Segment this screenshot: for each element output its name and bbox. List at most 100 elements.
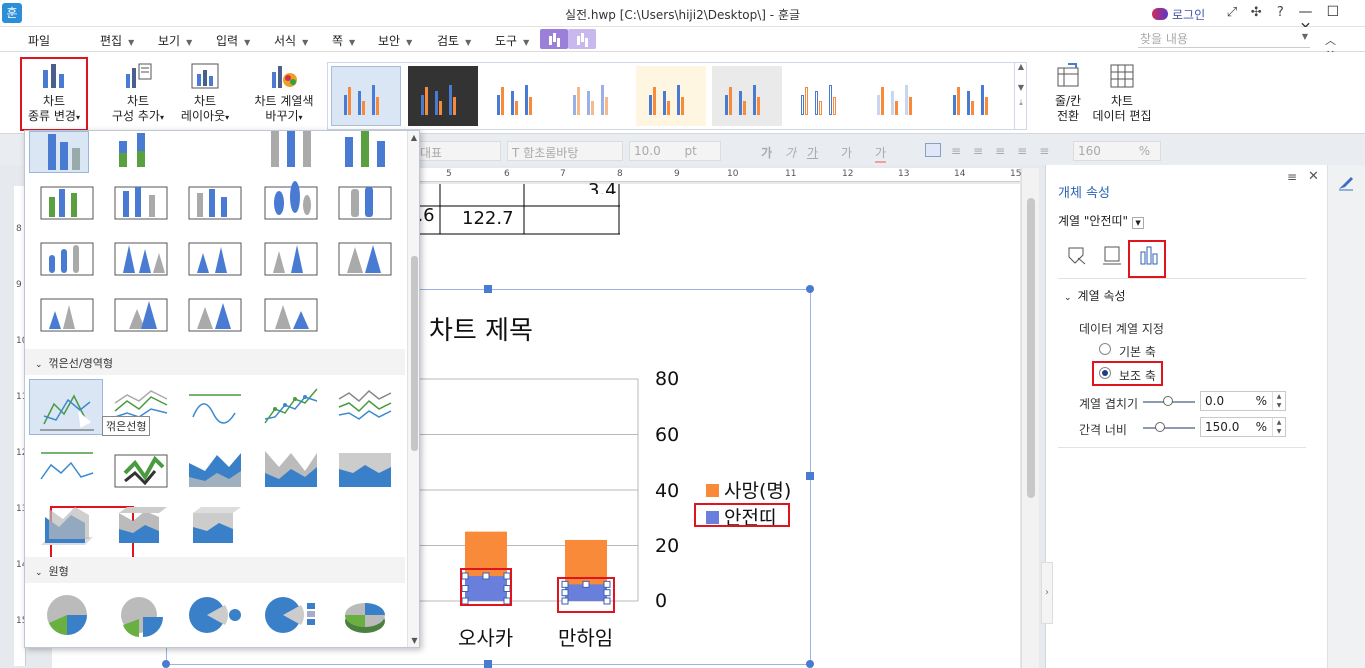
collapse-ribbon-icon[interactable]: ︿: [1320, 32, 1341, 48]
dropdown-scrollbar[interactable]: ▲ ▼: [407, 131, 419, 647]
minimize-icon[interactable]: —: [1294, 4, 1317, 20]
document-scrollbar[interactable]: [1021, 168, 1039, 668]
menu-tools[interactable]: 도구 ▼: [495, 32, 529, 49]
chart-style-thumb[interactable]: [484, 66, 554, 126]
selection-handle[interactable]: [461, 597, 469, 605]
resize-handle[interactable]: [806, 472, 814, 480]
selection-handle[interactable]: [461, 585, 469, 593]
selection-handle[interactable]: [503, 597, 511, 605]
selection-handle[interactable]: [503, 572, 511, 580]
panel-menu-icon[interactable]: ≡: [1287, 170, 1297, 184]
chart-style-thumb[interactable]: [636, 66, 706, 126]
underline-button[interactable]: 가: [807, 144, 818, 161]
chart-style-thumb[interactable]: [331, 66, 401, 126]
chart-type-option[interactable]: [261, 443, 321, 491]
menu-edit[interactable]: 편집 ▼: [100, 32, 134, 49]
chart-plot-area[interactable]: [380, 370, 660, 620]
chart-type-option[interactable]: [261, 591, 321, 639]
chart-layout-button[interactable]: 차트 레이아웃▾: [175, 62, 235, 125]
section-header-pie[interactable]: ⌄ 원형: [25, 557, 405, 583]
chart-type-option[interactable]: [335, 383, 395, 431]
chart-type-option[interactable]: [335, 179, 395, 227]
legend-entry[interactable]: 안전띠: [724, 503, 776, 530]
series-selector[interactable]: 계열 "안전띠" ▼: [1058, 212, 1145, 229]
chart-type-option[interactable]: [37, 443, 97, 491]
selection-handle[interactable]: [561, 597, 569, 605]
chart-style-thumb[interactable]: [788, 66, 858, 126]
overlap-input[interactable]: 0.0% ▲ ▼: [1200, 391, 1286, 411]
fill-tab-icon[interactable]: [1066, 244, 1088, 266]
gallery-scrollbar[interactable]: ▲ ▼ ⤓: [1014, 62, 1027, 130]
selection-handle[interactable]: [603, 580, 611, 588]
help-icon[interactable]: ?: [1270, 5, 1290, 20]
chart-type-option[interactable]: [29, 131, 89, 173]
legend-entry[interactable]: 사망(명): [724, 476, 791, 503]
selection-handle[interactable]: [482, 572, 490, 580]
chart-type-option[interactable]: [111, 235, 171, 283]
chart-type-option[interactable]: [37, 179, 97, 227]
series-options-tab-icon[interactable]: [1138, 244, 1160, 266]
menu-review[interactable]: 검토 ▼: [437, 32, 471, 49]
change-chart-type-button[interactable]: 차트 종류 변경▾: [22, 60, 86, 125]
table-cell[interactable]: 122.7: [462, 208, 514, 229]
panel-collapse-button[interactable]: ›: [1041, 562, 1053, 624]
chart-type-option[interactable]: [261, 383, 321, 431]
selection-handle[interactable]: [461, 572, 469, 580]
chart-type-option[interactable]: [111, 179, 171, 227]
chart-type-option[interactable]: [335, 443, 395, 491]
chart-type-option-line[interactable]: [29, 379, 103, 435]
chart-type-option[interactable]: [261, 179, 321, 227]
chart-type-option[interactable]: [335, 591, 395, 639]
resize-handle[interactable]: [806, 285, 814, 293]
chart-type-option[interactable]: [111, 443, 171, 491]
menu-file[interactable]: 파일: [28, 32, 50, 49]
chart-type-option[interactable]: [185, 499, 245, 547]
selection-handle[interactable]: [561, 580, 569, 588]
menu-view[interactable]: 보기 ▼: [158, 32, 192, 49]
chart-type-option[interactable]: [185, 383, 245, 431]
pin-icon[interactable]: ✣: [1246, 5, 1266, 20]
search-input[interactable]: 찾을 내용 ▼: [1138, 30, 1310, 48]
chart-type-option[interactable]: [335, 131, 395, 179]
expand-icon[interactable]: ⤢: [1222, 5, 1242, 20]
chart-design-tab[interactable]: [540, 29, 568, 49]
bar-seatbelt[interactable]: [465, 576, 507, 601]
selection-handle[interactable]: [561, 589, 569, 597]
swap-rows-columns-button[interactable]: 줄/칸 전환: [1046, 62, 1090, 124]
resize-handle[interactable]: [806, 660, 814, 668]
chart-title[interactable]: 차트 제목: [429, 310, 533, 347]
border-tab-icon[interactable]: [1101, 244, 1123, 266]
slider-knob[interactable]: [1155, 422, 1165, 432]
resize-handle[interactable]: [162, 660, 170, 668]
selection-handle[interactable]: [603, 589, 611, 597]
menu-page[interactable]: 쪽 ▼: [332, 32, 355, 49]
chart-type-option[interactable]: [111, 591, 171, 639]
table-cell[interactable]: 3.4: [588, 180, 617, 194]
chart-type-option[interactable]: [37, 499, 97, 547]
scroll-thumb[interactable]: [1027, 198, 1035, 498]
login-button[interactable]: 로그인: [1152, 6, 1205, 23]
chart-type-option[interactable]: [261, 291, 321, 339]
font-color-button[interactable]: 가: [875, 144, 887, 163]
panel-close-icon[interactable]: ✕: [1308, 169, 1319, 184]
gap-width-input[interactable]: 150.0% ▲ ▼: [1200, 417, 1286, 437]
add-chart-element-button[interactable]: 차트 구성 추가▾: [108, 62, 168, 125]
chart-type-option[interactable]: [335, 235, 395, 283]
chart-type-option[interactable]: [261, 131, 321, 179]
chart-style-thumb[interactable]: [864, 66, 934, 126]
menu-insert[interactable]: 입력 ▼: [216, 32, 250, 49]
align-justify-icon[interactable]: [925, 143, 941, 157]
scroll-thumb[interactable]: [411, 256, 418, 451]
chart-type-option[interactable]: [37, 235, 97, 283]
chart-type-option[interactable]: [37, 591, 97, 639]
selection-handle[interactable]: [603, 597, 611, 605]
secondary-axis-radio[interactable]: [1099, 367, 1111, 379]
chart-format-tab[interactable]: [568, 29, 596, 49]
strike-button[interactable]: 가: [841, 144, 852, 161]
resize-handle[interactable]: [484, 285, 492, 293]
selection-handle[interactable]: [503, 585, 511, 593]
gap-width-slider[interactable]: [1143, 422, 1195, 432]
chart-style-thumb[interactable]: [712, 66, 782, 126]
series-properties-section[interactable]: ⌄ 계열 속성: [1064, 287, 1126, 304]
selection-handle[interactable]: [582, 580, 590, 588]
